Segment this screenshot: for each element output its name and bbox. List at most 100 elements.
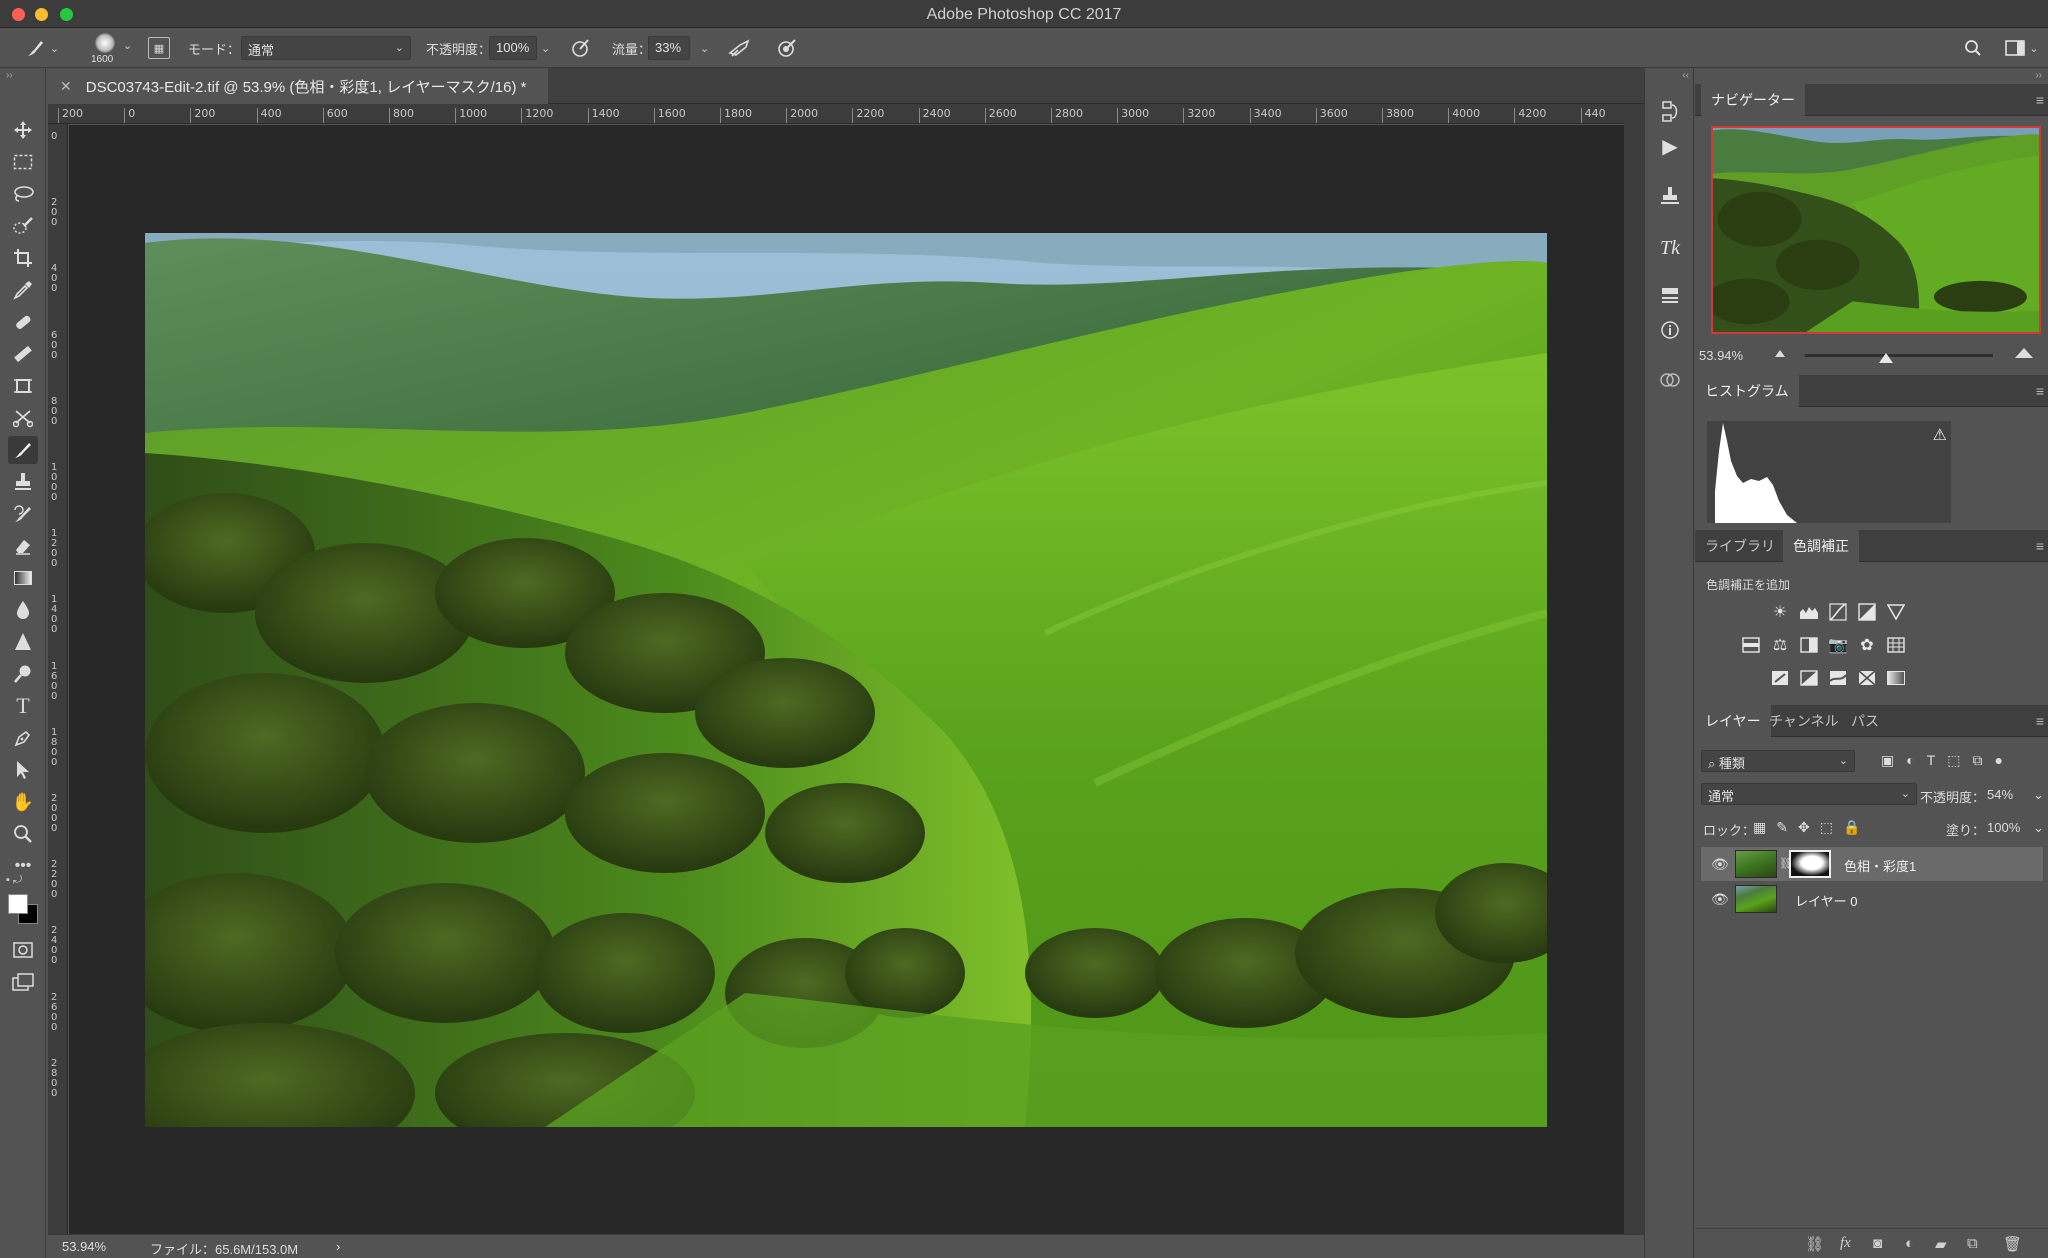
- pressure-opacity-icon[interactable]: [568, 36, 594, 60]
- move-icon[interactable]: [8, 116, 38, 144]
- status-arrow-icon[interactable]: ›: [336, 1239, 340, 1254]
- filter-type-icon[interactable]: T: [1927, 752, 1936, 769]
- visibility-eye-icon[interactable]: 👁: [1711, 856, 1729, 873]
- marquee-icon[interactable]: [8, 148, 38, 176]
- zoom-in-icon[interactable]: [2015, 348, 2033, 358]
- blend-mode-select[interactable]: 通常 ⌄: [1701, 783, 1917, 805]
- screen-mode-icon[interactable]: [8, 968, 38, 996]
- new-layer-icon[interactable]: ⧉: [1967, 1235, 1978, 1252]
- filter-toggle-icon[interactable]: ●: [1995, 752, 2003, 769]
- actions-play-icon[interactable]: ▶: [1655, 132, 1685, 160]
- eraser-icon[interactable]: [8, 532, 38, 560]
- character-icon[interactable]: Tk: [1655, 234, 1685, 262]
- history-icon[interactable]: [1655, 98, 1685, 126]
- trash-icon[interactable]: 🗑: [2003, 1235, 2022, 1253]
- brush-panel-toggle-icon[interactable]: ▦: [148, 37, 170, 59]
- exposure-icon[interactable]: [1857, 602, 1877, 622]
- frame-icon[interactable]: [8, 372, 38, 400]
- opacity-dropdown-icon[interactable]: ⌄: [541, 28, 550, 68]
- layer-mask-thumbnail[interactable]: [1789, 850, 1831, 878]
- vertical-ruler[interactable]: 0 200 400 600 800 1000 1200 1400 1600 1800 2000 220…: [48, 124, 68, 1234]
- document-image[interactable]: [145, 233, 1547, 1127]
- fill-dropdown-icon[interactable]: ⌄: [2033, 820, 2044, 836]
- swap-colors-icon[interactable]: ▪ ⤾: [6, 874, 22, 887]
- navigator-zoom-value[interactable]: 53.94%: [1699, 348, 1743, 363]
- search-icon[interactable]: [1960, 36, 1986, 60]
- dodge-icon[interactable]: [8, 660, 38, 688]
- panel-collapse-icon[interactable]: ››: [6, 70, 13, 81]
- eyedropper-icon[interactable]: [8, 276, 38, 304]
- scissors-icon[interactable]: [8, 404, 38, 432]
- panel-menu-icon[interactable]: ≡: [2036, 92, 2044, 108]
- workspace-switcher-icon[interactable]: ⌄: [2002, 36, 2042, 60]
- healing-icon[interactable]: [8, 308, 38, 336]
- properties-icon[interactable]: [1655, 282, 1685, 310]
- history-brush-icon[interactable]: [8, 500, 38, 528]
- posterize-icon[interactable]: [1799, 668, 1819, 688]
- color-balance-icon[interactable]: ⚖: [1770, 635, 1790, 655]
- mode-select[interactable]: 通常 ⌄: [241, 36, 411, 60]
- zoom-out-icon[interactable]: [1775, 350, 1785, 357]
- tab-histogram[interactable]: ヒストグラム: [1695, 375, 1799, 407]
- filter-smart-object-icon[interactable]: ⧉: [1973, 752, 1983, 769]
- fill-value[interactable]: 100%: [1987, 820, 2020, 835]
- filter-shape-icon[interactable]: ⬚: [1947, 752, 1960, 769]
- pressure-size-icon[interactable]: [774, 36, 800, 60]
- zoom-slider-track[interactable]: [1805, 354, 1993, 357]
- channel-mixer-icon[interactable]: ✿: [1857, 635, 1877, 655]
- folder-icon[interactable]: ▰: [1935, 1235, 1947, 1253]
- color-lookup-icon[interactable]: [1886, 635, 1906, 655]
- tab-libraries[interactable]: ライブラリ: [1695, 530, 1785, 562]
- opacity-dropdown-icon[interactable]: ⌄: [2033, 787, 2044, 803]
- lock-position-icon[interactable]: ✥: [1798, 819, 1810, 836]
- hand-icon[interactable]: ✋: [8, 788, 38, 816]
- zoom-slider-handle[interactable]: [1879, 353, 1893, 363]
- layer-row[interactable]: 👁 ⛓ 色相・彩度1: [1701, 847, 2043, 881]
- selective-color-icon[interactable]: [1857, 668, 1877, 688]
- adjustment-layer-icon[interactable]: ◐: [1905, 1235, 1914, 1252]
- panel-menu-icon[interactable]: ≡: [2036, 713, 2044, 729]
- foreground-color-swatch[interactable]: [8, 894, 28, 914]
- sharpen-icon[interactable]: [8, 628, 38, 656]
- flow-input[interactable]: 33%: [648, 36, 690, 60]
- vertical-scrollbar[interactable]: [1624, 104, 1644, 1234]
- tab-adjustments[interactable]: 色調補正: [1783, 530, 1859, 562]
- path-select-icon[interactable]: [8, 756, 38, 784]
- document-tab[interactable]: ✕ DSC03743-Edit-2.tif @ 53.9% (色相・彩度1, レ…: [48, 68, 548, 104]
- brightness-contrast-icon[interactable]: ☀: [1770, 602, 1790, 622]
- ruler-icon[interactable]: [8, 340, 38, 368]
- gradient-icon[interactable]: [8, 564, 38, 592]
- black-white-icon[interactable]: [1799, 635, 1819, 655]
- brush-icon[interactable]: [8, 436, 38, 464]
- tab-navigator[interactable]: ナビゲーター: [1701, 84, 1805, 116]
- gradient-map-icon[interactable]: [1886, 668, 1906, 688]
- quick-mask-icon[interactable]: [8, 936, 38, 964]
- close-tab-icon[interactable]: ✕: [60, 78, 72, 95]
- invert-icon[interactable]: [1770, 668, 1790, 688]
- navigator-thumbnail[interactable]: [1711, 126, 2041, 334]
- layer-row[interactable]: 👁 レイヤー 0: [1701, 882, 2043, 916]
- layer-name[interactable]: 色相・彩度1: [1844, 856, 1916, 875]
- crop-icon[interactable]: [8, 244, 38, 272]
- panel-collapse-icon[interactable]: ‹‹: [1682, 70, 1689, 81]
- info-icon[interactable]: [1655, 316, 1685, 344]
- quick-select-icon[interactable]: [8, 212, 38, 240]
- panel-menu-icon[interactable]: ≡: [2036, 538, 2044, 554]
- opacity-input[interactable]: 100%: [489, 36, 537, 60]
- layer-filter-select[interactable]: ⌕ 種類 ⌄: [1701, 750, 1855, 772]
- levels-icon[interactable]: [1799, 602, 1819, 622]
- brush-size-picker[interactable]: 1600 ⌄: [88, 31, 134, 67]
- vibrance-icon[interactable]: [1886, 602, 1906, 622]
- tab-channels[interactable]: チャンネル: [1759, 705, 1849, 737]
- curves-icon[interactable]: [1828, 602, 1848, 622]
- lock-artboard-icon[interactable]: ⬚: [1820, 819, 1833, 836]
- filter-pixel-icon[interactable]: ▣: [1881, 752, 1894, 769]
- hue-saturation-icon[interactable]: [1741, 635, 1761, 655]
- link-layers-icon[interactable]: ⛓: [1805, 1235, 1824, 1253]
- type-icon[interactable]: T: [8, 692, 38, 720]
- layer-opacity-value[interactable]: 54%: [1987, 787, 2013, 802]
- airbrush-icon[interactable]: [726, 36, 754, 60]
- panel-menu-icon[interactable]: ≡: [2036, 383, 2044, 399]
- tab-paths[interactable]: パス: [1841, 705, 1889, 737]
- lasso-icon[interactable]: [8, 180, 38, 208]
